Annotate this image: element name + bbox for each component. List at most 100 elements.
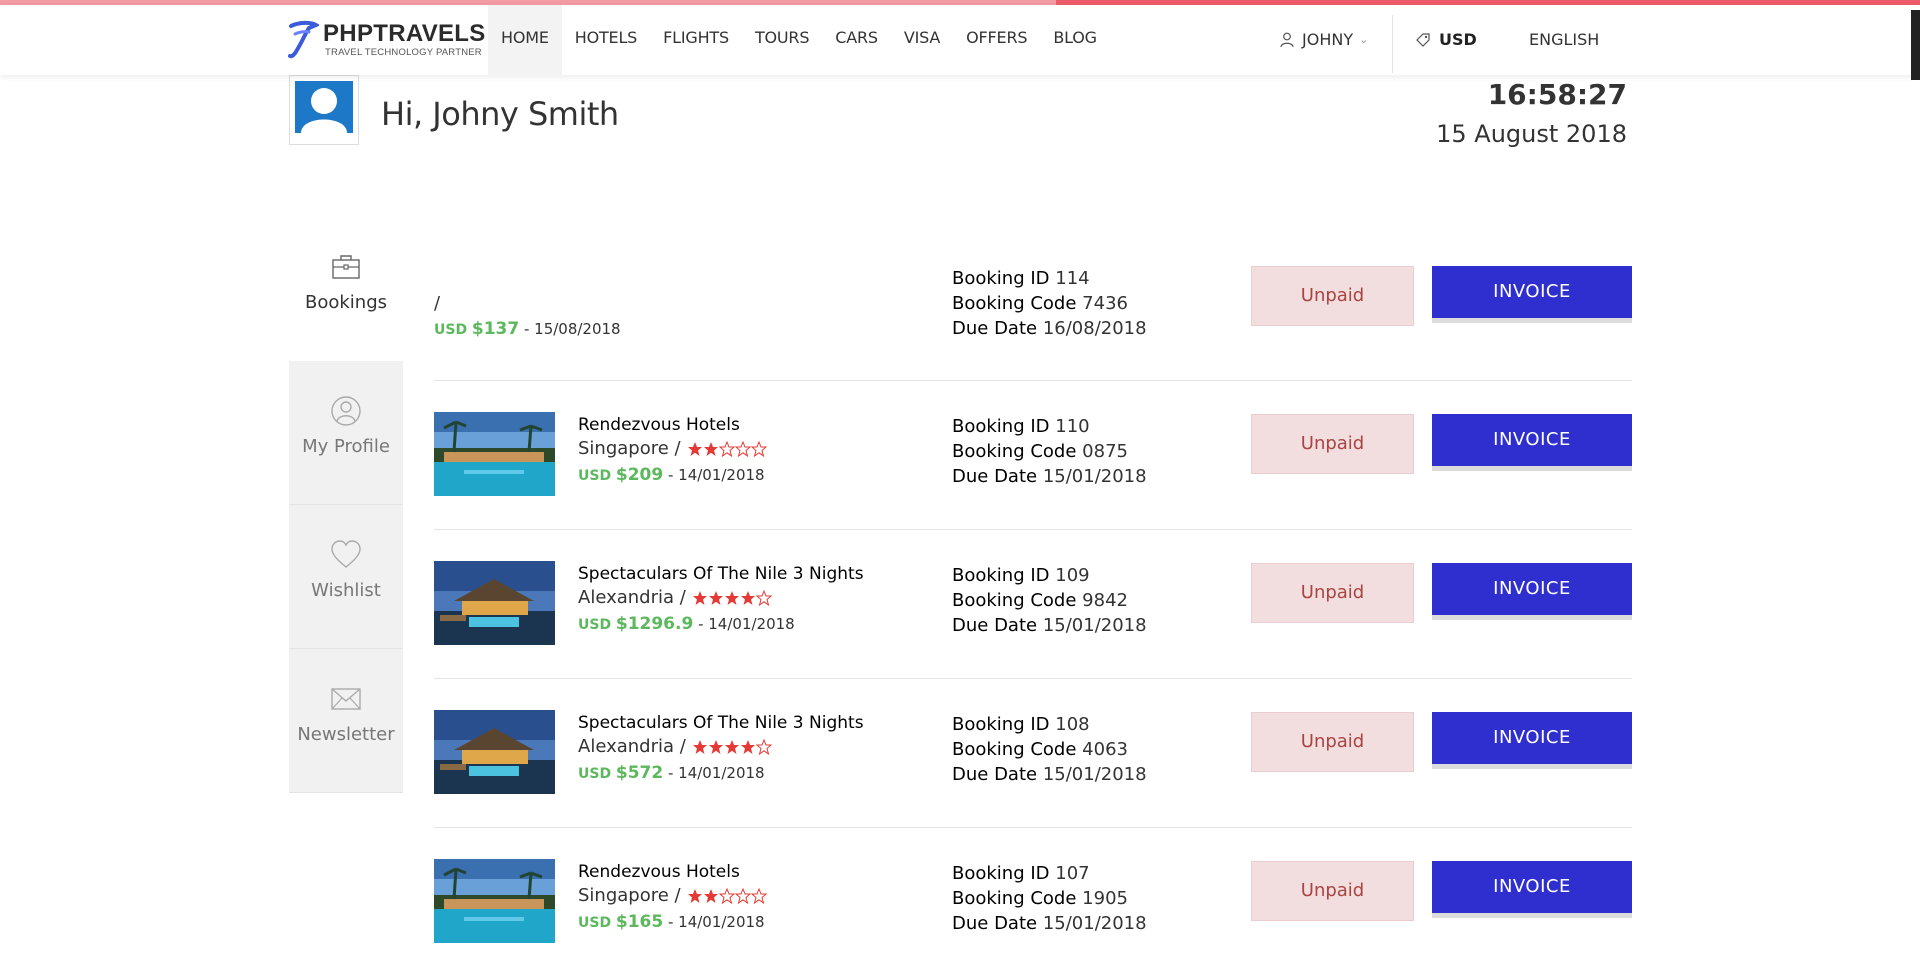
nav-flights[interactable]: FLIGHTS — [650, 5, 742, 75]
price-currency: USD — [578, 766, 612, 782]
nav-tours[interactable]: TOURS — [742, 5, 822, 75]
booking-name[interactable]: Spectaculars Of The Nile 3 Nights — [578, 713, 864, 733]
price-currency: USD — [578, 915, 612, 931]
booking-name[interactable]: Rendezvous Hotels — [578, 415, 740, 435]
invoice-button[interactable]: INVOICE — [1432, 563, 1632, 615]
booking-info: Booking ID 107 Booking Code 1905 Due Dat… — [952, 861, 1147, 936]
overwater-villa-photo[interactable] — [434, 710, 555, 794]
currency-selector[interactable]: USD — [1415, 5, 1477, 75]
invoice-button[interactable]: INVOICE — [1432, 266, 1632, 318]
account-sidebar: Bookings My Profile Wishlist Newsletter — [289, 235, 403, 793]
price-amount: $165 — [615, 912, 664, 932]
invoice-button[interactable]: INVOICE — [1432, 414, 1632, 466]
price-currency: USD — [578, 617, 612, 633]
status-badge: Unpaid — [1251, 266, 1414, 326]
booking-date: - 15/08/2018 — [523, 320, 621, 338]
booking-code-value: 9842 — [1082, 590, 1128, 611]
star-rating — [692, 738, 772, 755]
booking-location-row: Singapore / — [578, 438, 767, 459]
sidebar-label-newsletter: Newsletter — [297, 724, 395, 745]
due-date-value: 15/01/2018 — [1042, 764, 1147, 785]
booking-location-row: Alexandria / — [578, 587, 772, 608]
booking-date: - 14/01/2018 — [667, 764, 765, 782]
booking-price: USD $137 - 15/08/2018 — [434, 319, 621, 339]
sidebar-item-bookings[interactable]: Bookings — [289, 235, 403, 361]
sidebar-item-my-profile[interactable]: My Profile — [289, 361, 403, 505]
booking-row: Spectaculars Of The Nile 3 Nights Alexan… — [434, 679, 1632, 828]
invoice-button[interactable]: INVOICE — [1432, 861, 1632, 913]
booking-row: Rendezvous Hotels Singapore / USD $209 -… — [434, 381, 1632, 530]
nav-hotels[interactable]: HOTELS — [562, 5, 650, 75]
language-label: ENGLISH — [1529, 30, 1600, 49]
price-amount: $1296.9 — [615, 614, 694, 634]
invoice-button[interactable]: INVOICE — [1432, 712, 1632, 764]
brand-name: PHPTRAVELS — [323, 20, 486, 47]
brand-logo[interactable]: PHPTRAVELS TRAVEL TECHNOLOGY PARTNER — [287, 18, 485, 62]
booking-code-value: 7436 — [1082, 293, 1128, 314]
booking-id-value: 110 — [1055, 416, 1090, 437]
sidebar-label-wishlist: Wishlist — [311, 580, 381, 601]
page-scrollbar[interactable] — [1911, 10, 1920, 80]
booking-price: USD $572 - 14/01/2018 — [578, 763, 765, 783]
booking-location-row: Singapore / — [578, 885, 767, 906]
booking-code-value: 1905 — [1082, 888, 1128, 909]
sidebar-item-wishlist[interactable]: Wishlist — [289, 505, 403, 649]
booking-row: / USD $137 - 15/08/2018 Booking ID 114 B… — [434, 250, 1632, 381]
booking-id-label: Booking ID — [952, 416, 1050, 437]
booking-id-label: Booking ID — [952, 863, 1050, 884]
overwater-villa-photo[interactable] — [434, 561, 555, 645]
envelope-icon — [331, 688, 361, 710]
nav-visa[interactable]: VISA — [891, 5, 953, 75]
user-icon — [1280, 32, 1294, 48]
booking-date: - 14/01/2018 — [667, 913, 765, 931]
user-menu-label: JOHNY — [1302, 30, 1354, 49]
booking-id-value: 109 — [1055, 565, 1090, 586]
nav-blog[interactable]: BLOG — [1040, 5, 1110, 75]
booking-code-value: 4063 — [1082, 739, 1128, 760]
star-rating — [692, 589, 772, 606]
booking-location: / — [434, 293, 441, 314]
nav-cars[interactable]: CARS — [822, 5, 891, 75]
hotel-pool-photo[interactable] — [434, 412, 555, 496]
price-amount: $137 — [471, 319, 520, 339]
user-menu[interactable]: JOHNY ⌄ — [1280, 5, 1368, 75]
booking-id-label: Booking ID — [952, 714, 1050, 735]
booking-price: USD $165 - 14/01/2018 — [578, 912, 765, 932]
us-flag-icon — [1497, 31, 1523, 49]
sidebar-item-newsletter[interactable]: Newsletter — [289, 649, 403, 793]
due-date-label: Due Date — [952, 318, 1038, 339]
nav-offers[interactable]: OFFERS — [953, 5, 1040, 75]
due-date-value: 15/01/2018 — [1042, 615, 1147, 636]
language-selector[interactable]: ENGLISH — [1497, 5, 1599, 75]
main-nav: HOME HOTELS FLIGHTS TOURS CARS VISA OFFE… — [488, 5, 1110, 75]
price-currency: USD — [578, 468, 612, 484]
booking-price: USD $1296.9 - 14/01/2018 — [578, 614, 795, 634]
booking-name[interactable]: Spectaculars Of The Nile 3 Nights — [578, 564, 864, 584]
tag-icon — [1416, 33, 1430, 47]
due-date-value: 16/08/2018 — [1042, 318, 1147, 339]
logo-icon — [288, 20, 319, 59]
booking-location: Alexandria / — [578, 587, 686, 608]
booking-id-value: 107 — [1055, 863, 1090, 884]
booking-info: Booking ID 110 Booking Code 0875 Due Dat… — [952, 414, 1147, 489]
hotel-pool-photo[interactable] — [434, 859, 555, 943]
booking-id-value: 108 — [1055, 714, 1090, 735]
booking-info: Booking ID 114 Booking Code 7436 Due Dat… — [952, 266, 1147, 341]
due-date-value: 15/01/2018 — [1042, 913, 1147, 934]
greeting-title: Hi, Johny Smith — [381, 95, 619, 133]
sidebar-label-my-profile: My Profile — [302, 436, 390, 457]
booking-info: Booking ID 109 Booking Code 9842 Due Dat… — [952, 563, 1147, 638]
currency-label: USD — [1439, 30, 1477, 49]
booking-location: Singapore / — [578, 438, 681, 459]
due-date-label: Due Date — [952, 913, 1038, 934]
nav-home[interactable]: HOME — [488, 5, 562, 75]
avatar-silhouette-icon — [295, 81, 353, 133]
booking-id-label: Booking ID — [952, 268, 1050, 289]
booking-date: - 14/01/2018 — [667, 466, 765, 484]
booking-info: Booking ID 108 Booking Code 4063 Due Dat… — [952, 712, 1147, 787]
clock-time: 16:58:27 — [1487, 78, 1627, 111]
booking-name[interactable]: Rendezvous Hotels — [578, 862, 740, 882]
due-date-label: Due Date — [952, 615, 1038, 636]
chevron-down-icon: ⌄ — [1359, 33, 1369, 46]
due-date-label: Due Date — [952, 466, 1038, 487]
